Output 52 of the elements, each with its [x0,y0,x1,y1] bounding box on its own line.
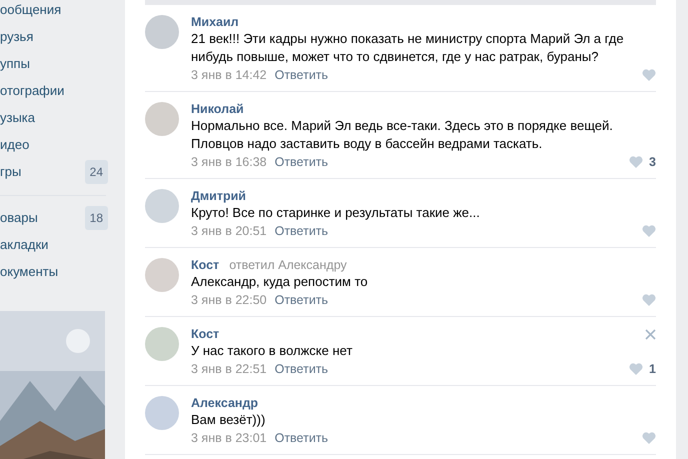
avatar[interactable] [145,102,179,136]
comment-date[interactable]: 3 янв в 16:38 [191,155,267,169]
like-icon[interactable] [642,69,656,81]
comment-text: Вам везёт))) [191,411,266,429]
comment-text: Александр, куда репостим то [191,273,369,291]
avatar[interactable] [145,189,179,223]
sidebar-item[interactable]: уппы [0,50,110,77]
sidebar-item[interactable]: гры 24 [0,158,110,185]
sidebar-item[interactable]: отографии [0,77,110,104]
counter-badge: 18 [84,206,108,230]
reply-link[interactable]: Ответить [274,68,328,82]
sidebar-item[interactable]: узыка [0,104,110,131]
comment-text: У нас такого в волжске нет [191,342,354,360]
counter-badge: 24 [84,160,108,184]
comment-text: Нормально все. Марий Эл ведь все-таки. Здесь это в порядке вещей. Пловцов надо заставить воду в бассейн ведрами таскать. [191,117,614,153]
sidebar-item[interactable]: акладки [0,231,110,258]
like-icon[interactable] [629,156,644,168]
comment-date[interactable]: 3 янв в 23:01 [191,431,267,445]
reply-link[interactable]: Ответить [274,155,328,169]
like-count: 1 [649,362,656,376]
author-name[interactable]: Николай [191,102,244,116]
reply-link[interactable]: Ответить [274,293,328,307]
author-name[interactable]: Дмитрий [191,189,246,203]
reply-link[interactable]: Ответить [274,224,328,238]
avatar[interactable] [145,15,179,49]
comment-text: 21 век!!! Эти кадры нужно показать не министру спорта Марий Эл а где нибудь повыше, может что то сдвинется, где у нас ратрак, бураны? [191,30,625,66]
author-name[interactable]: Александр [191,396,258,410]
avatar[interactable] [145,327,179,361]
comment-date[interactable]: 3 янв в 20:51 [191,224,267,238]
avatar[interactable] [145,396,179,430]
like-icon[interactable] [629,363,644,375]
comment-date[interactable]: 3 янв в 22:51 [191,362,267,376]
like-icon[interactable] [642,225,656,237]
author-name[interactable]: Кост [191,327,220,341]
comment-date[interactable]: 3 янв в 22:50 [191,293,267,307]
sidebar-item[interactable]: ообщения [0,0,110,23]
author-name[interactable]: Кост [191,258,220,272]
comment-text: Круто! Все по старинке и результаты такие же... [191,204,481,222]
like-count: 3 [649,155,656,169]
sidebar-item[interactable]: рузья [0,23,110,50]
author-name[interactable]: Михаил [191,15,239,29]
reply-to-text[interactable]: ответил Александру [229,258,347,272]
sidebar-item[interactable]: окументы [0,258,110,285]
like-icon[interactable] [642,432,656,444]
like-icon[interactable] [642,294,656,306]
sidebar-item[interactable]: овары 18 [0,204,110,231]
sidebar-item[interactable]: идео [0,131,110,158]
reply-link[interactable]: Ответить [274,431,328,445]
avatar[interactable] [145,258,179,292]
close-icon[interactable] [645,329,656,340]
comment-date[interactable]: 3 янв в 14:42 [191,68,267,82]
reply-link[interactable]: Ответить [274,362,328,376]
